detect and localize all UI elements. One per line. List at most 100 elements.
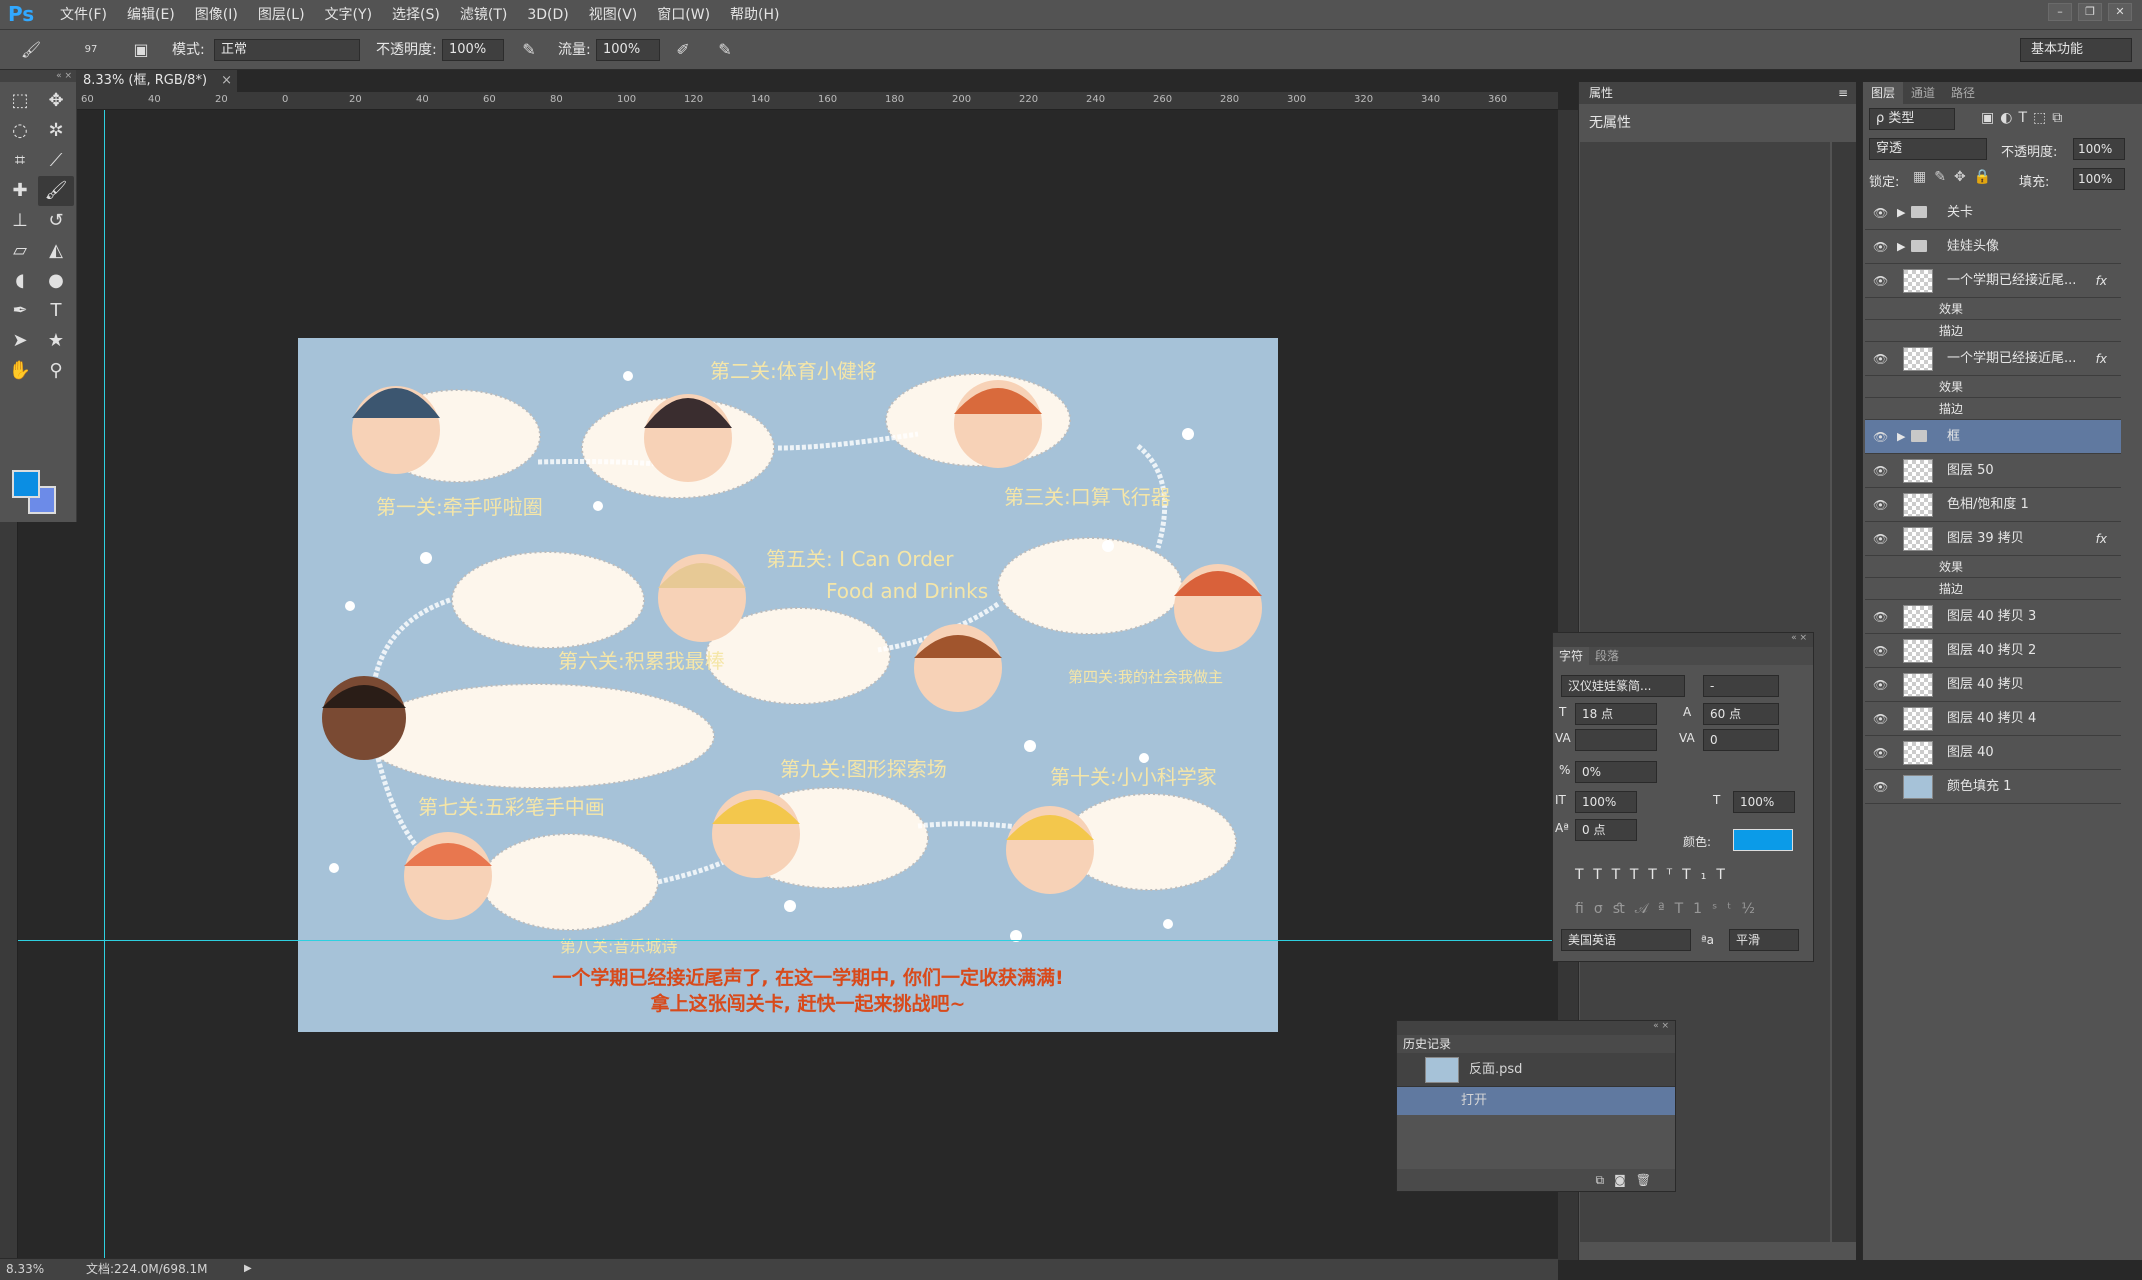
menu-filter[interactable]: 滤镜(T) (450, 6, 517, 24)
opentype-icons[interactable]: ﬁσﬆ𝒜ªT1ˢᵗ½ (1575, 901, 1765, 917)
eraser-tool-icon[interactable]: ▱ (2, 236, 38, 266)
menu-image[interactable]: 图像(I) (185, 6, 248, 24)
tab-layers[interactable]: 图层 (1863, 82, 1904, 104)
menu-select[interactable]: 选择(S) (382, 6, 450, 24)
flow-field[interactable]: 100% (596, 39, 660, 61)
layer-row[interactable]: 👁 ▶ 框 (1865, 420, 2121, 454)
history-brush-icon[interactable]: ↺ (38, 206, 74, 236)
close-document-icon[interactable]: × (221, 73, 232, 88)
tracking-field[interactable]: 0 (1703, 729, 1779, 751)
layer-effect-row[interactable]: 效果 (1865, 376, 2121, 398)
layer-row[interactable]: 👁 图层 40 拷贝 3 (1865, 600, 2121, 634)
document-canvas[interactable]: 第一关:牵手呼啦圈 第二关:体育小健将 第三关:口算飞行器 第四关:我的社会我做… (298, 338, 1278, 1032)
layer-fx-icon[interactable]: fx (2096, 264, 2107, 298)
layer-effect-row[interactable]: 描边 (1865, 320, 2121, 342)
zoom-tool-icon[interactable]: ⚲ (38, 356, 74, 386)
pen-tool-icon[interactable]: ✒ (2, 296, 38, 326)
tab-paths[interactable]: 路径 (1943, 82, 1983, 104)
panel-menu-icon[interactable]: ≡ (1838, 82, 1848, 104)
blur-tool-icon[interactable]: ◖ (2, 266, 38, 296)
history-footer-icons[interactable]: ⧉◙🗑 (1397, 1169, 1675, 1191)
crop-tool-icon[interactable]: ⌗ (2, 146, 38, 176)
layer-row[interactable]: 👁 图层 40 (1865, 736, 2121, 770)
menu-window[interactable]: 窗口(W) (647, 6, 720, 24)
paint-bucket-icon[interactable]: ◭ (38, 236, 74, 266)
color-swatches[interactable] (12, 470, 62, 520)
layer-effect-row[interactable]: 效果 (1865, 556, 2121, 578)
baseline-field[interactable]: 0 点 (1575, 819, 1637, 841)
horizontal-scale-field[interactable]: 100% (1733, 791, 1795, 813)
brush-size[interactable]: 97 (80, 39, 102, 61)
opacity-field[interactable]: 100% (442, 39, 504, 61)
lasso-tool-icon[interactable]: ◌ (2, 116, 38, 146)
layer-opacity-field[interactable]: 100% (2073, 138, 2125, 160)
history-panel-top[interactable]: « × (1397, 1021, 1675, 1035)
layer-row[interactable]: 👁 图层 40 拷贝 2 (1865, 634, 2121, 668)
brush-tool-icon[interactable]: 🖌 (38, 176, 74, 206)
tab-character[interactable]: 字符 (1553, 647, 1590, 665)
airbrush-icon[interactable]: ✐ (672, 39, 694, 61)
path-select-icon[interactable]: ➤ (2, 326, 38, 356)
workspace-select[interactable]: 基本功能 (2020, 38, 2132, 62)
tab-channels[interactable]: 通道 (1903, 82, 1943, 104)
layer-row[interactable]: 👁 图层 50 (1865, 454, 2121, 488)
tsume-field[interactable]: 0% (1575, 761, 1657, 783)
font-style-select[interactable]: - (1703, 675, 1779, 697)
expand-icon[interactable]: ▶ (1897, 420, 1905, 454)
document-tab[interactable]: 8.33% (框, RGB/8*) × (77, 70, 237, 92)
visibility-eye-icon[interactable]: 👁 (1873, 196, 1888, 230)
lock-icons[interactable]: ▦✎✥🔒 (1913, 169, 1999, 185)
shape-tool-icon[interactable]: ★ (38, 326, 74, 356)
menu-type[interactable]: 文字(Y) (315, 6, 382, 24)
layer-kind-select[interactable]: ρ 类型 (1869, 108, 1955, 130)
menu-view[interactable]: 视图(V) (579, 6, 648, 24)
pressure-opacity-icon[interactable]: ✎ (518, 39, 540, 61)
language-select[interactable]: 美国英语 (1561, 929, 1691, 951)
vertical-scale-field[interactable]: 100% (1575, 791, 1637, 813)
layer-row[interactable]: 👁 图层 39 拷贝 fx (1865, 522, 2121, 556)
visibility-eye-icon[interactable]: 👁 (1873, 702, 1888, 736)
restore-icon[interactable]: ❐ (2078, 3, 2102, 21)
mode-select[interactable]: 正常 (214, 39, 360, 61)
hand-tool-icon[interactable]: ✋ (2, 356, 38, 386)
status-menu-arrow-icon[interactable]: ▶ (244, 1259, 252, 1279)
menu-3d[interactable]: 3D(D) (517, 6, 578, 24)
stamp-tool-icon[interactable]: ⊥ (2, 206, 38, 236)
kerning-field[interactable] (1575, 729, 1657, 751)
type-tool-icon[interactable]: T (38, 296, 74, 326)
history-state[interactable]: 打开 (1397, 1087, 1675, 1115)
layer-effect-row[interactable]: 描边 (1865, 398, 2121, 420)
menu-help[interactable]: 帮助(H) (720, 6, 789, 24)
layer-row[interactable]: 👁 颜色填充 1 (1865, 770, 2121, 804)
expand-icon[interactable]: ▶ (1897, 230, 1905, 264)
layer-fx-icon[interactable]: fx (2096, 342, 2107, 376)
tools-header[interactable]: « × (0, 70, 76, 82)
font-size-field[interactable]: 18 点 (1575, 703, 1657, 725)
visibility-eye-icon[interactable]: 👁 (1873, 770, 1888, 804)
pressure-size-icon[interactable]: ✎ (714, 39, 736, 61)
layer-row[interactable]: 👁 ▶ 关卡 (1865, 196, 2121, 230)
vertical-ruler[interactable] (0, 522, 18, 1262)
tab-paragraph[interactable]: 段落 (1589, 647, 1625, 665)
fill-field[interactable]: 100% (2073, 168, 2125, 190)
layer-fx-icon[interactable]: fx (2096, 522, 2107, 556)
healing-brush-icon[interactable]: ✚ (2, 176, 38, 206)
visibility-eye-icon[interactable]: 👁 (1873, 420, 1888, 454)
visibility-eye-icon[interactable]: 👁 (1873, 634, 1888, 668)
visibility-eye-icon[interactable]: 👁 (1873, 264, 1888, 298)
visibility-eye-icon[interactable]: 👁 (1873, 488, 1888, 522)
properties-scrollbar[interactable] (1832, 142, 1856, 1242)
history-snapshot[interactable]: 反面.psd (1397, 1053, 1675, 1087)
horizontal-ruler[interactable]: 60 40 20 0 20 40 60 80 100 120 140 160 180 200 220 240 2… (77, 92, 1558, 110)
eyedropper-icon[interactable]: ⟋ (38, 146, 74, 176)
blend-mode-select[interactable]: 穿透 (1869, 138, 1987, 160)
visibility-eye-icon[interactable]: 👁 (1873, 454, 1888, 488)
font-family-select[interactable]: 汉仪娃娃篆简... (1561, 675, 1685, 697)
visibility-eye-icon[interactable]: 👁 (1873, 342, 1888, 376)
minimize-icon[interactable]: – (2048, 3, 2072, 21)
visibility-eye-icon[interactable]: 👁 (1873, 736, 1888, 770)
visibility-eye-icon[interactable]: 👁 (1873, 522, 1888, 556)
layer-row[interactable]: 👁 一个学期已经接近尾... fx (1865, 264, 2121, 298)
layer-row[interactable]: 👁 图层 40 拷贝 (1865, 668, 2121, 702)
menu-file[interactable]: 文件(F) (50, 6, 117, 24)
